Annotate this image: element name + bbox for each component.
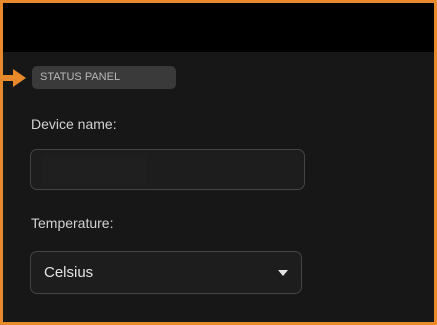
top-bar <box>3 3 434 52</box>
status-tag: STATUS PANEL <box>32 66 176 89</box>
temperature-select[interactable]: Celsius <box>30 251 302 294</box>
arrow-right-icon <box>0 69 26 87</box>
device-name-input[interactable] <box>30 149 305 190</box>
device-name-label: Device name: <box>31 116 117 132</box>
chevron-down-icon <box>278 270 288 276</box>
temperature-label: Temperature: <box>31 215 114 231</box>
temperature-selected-value: Celsius <box>44 264 94 281</box>
